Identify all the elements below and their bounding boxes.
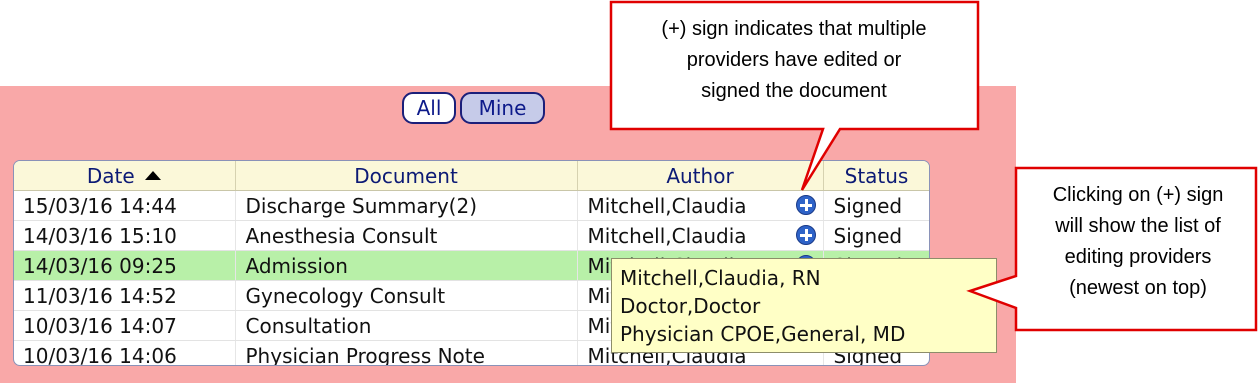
callout-line: signed the document <box>701 80 887 102</box>
callout-line: providers have edited or <box>686 49 902 71</box>
callout-line: Clicking on (+) sign <box>1052 184 1224 206</box>
callout-line: will show the list of <box>1055 215 1221 237</box>
callout-line: (newest on top) <box>1069 277 1207 299</box>
callout-click-text: Clicking on (+) sign will show the list … <box>1018 180 1258 304</box>
callout-plus-sign-text: (+) sign indicates that multiple provide… <box>613 14 975 107</box>
callout-line: (+) sign indicates that multiple <box>661 18 927 40</box>
callout-line: editing providers <box>1064 246 1212 268</box>
